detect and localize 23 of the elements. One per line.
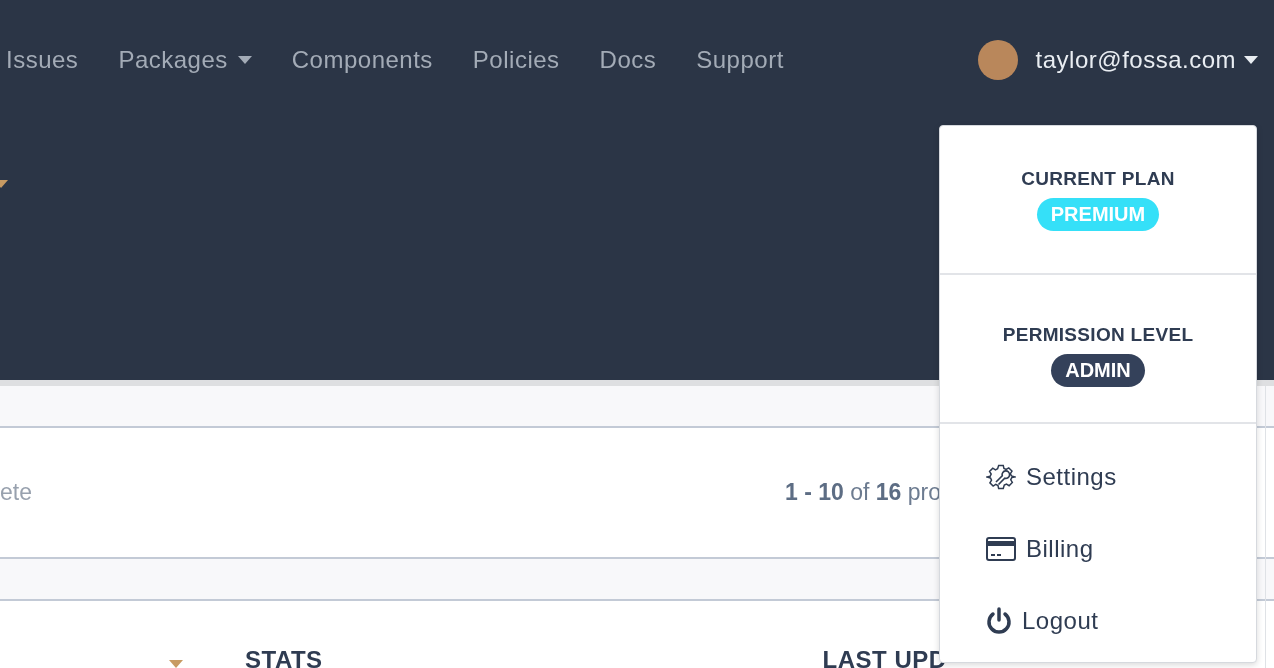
- column-header[interactable]: STATS: [245, 646, 323, 668]
- status-badge: PREMIUM: [1036, 198, 1160, 231]
- nav-link[interactable]: Policies: [472, 46, 560, 74]
- status-badge: ADMIN: [1051, 354, 1145, 387]
- nav-link[interactable]: Docs: [599, 46, 657, 74]
- nav-link[interactable]: Support: [696, 46, 784, 74]
- avatar[interactable]: [977, 40, 1018, 80]
- power-icon: [986, 607, 1012, 635]
- menu-item[interactable]: Settings: [986, 460, 1256, 494]
- menu-item[interactable]: Billing: [986, 532, 1256, 566]
- user-menu-toggle[interactable]: taylor@fossa.com: [1035, 46, 1258, 74]
- nav-link[interactable]: Issues: [6, 46, 79, 74]
- pagination-text: 1 - 10 of 16 pro: [784, 479, 941, 506]
- section-title: PERMISSION LEVEL: [1002, 324, 1194, 346]
- wrench-gear-icon: [986, 462, 1016, 492]
- caret-icon: [1244, 56, 1258, 64]
- credit-card-icon: [986, 537, 1016, 561]
- sort-caret-icon: [169, 660, 183, 668]
- nav-link[interactable]: Components: [291, 46, 433, 74]
- filter-text: ete: [0, 479, 32, 506]
- nav-link[interactable]: Packages: [118, 46, 252, 74]
- menu-item[interactable]: Logout: [986, 604, 1256, 638]
- section-title: CURRENT PLAN: [1021, 168, 1175, 190]
